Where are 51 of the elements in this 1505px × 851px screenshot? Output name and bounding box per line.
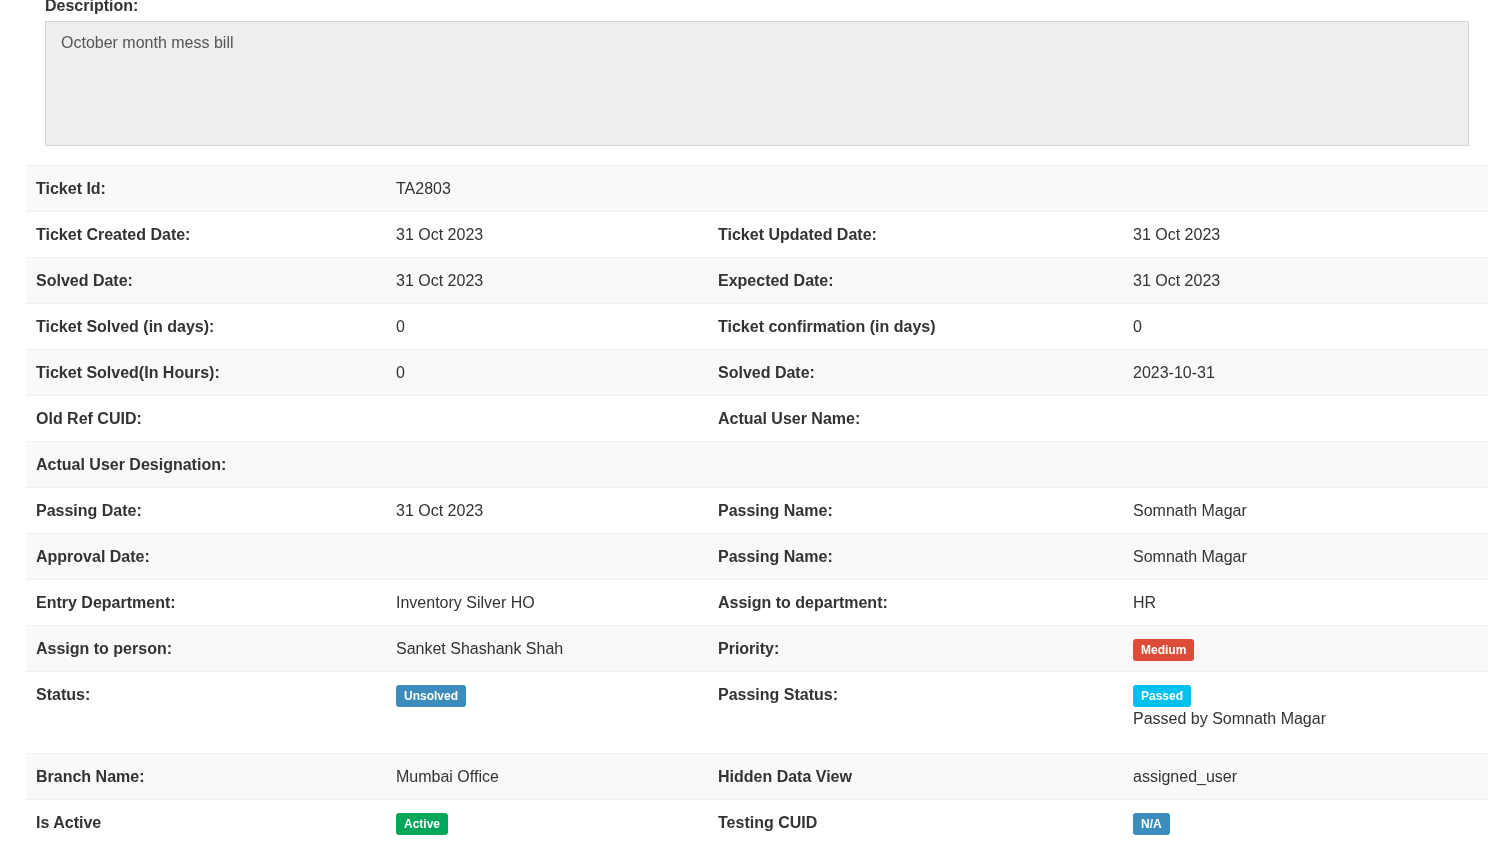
field-value: 2023-10-31 (1133, 363, 1215, 383)
field-label: Priority: (718, 640, 780, 657)
field-value: HR (1133, 593, 1157, 613)
field-value: 31 Oct 2023 (1133, 271, 1221, 291)
field-label: Ticket Id: (36, 180, 106, 197)
field-value: 31 Oct 2023 (396, 271, 484, 291)
field-label: Testing CUID (718, 814, 818, 831)
field-label: Status: (36, 686, 91, 703)
field-label: Expected Date: (718, 272, 834, 289)
field-value: 0 (1133, 317, 1142, 337)
field-value: 31 Oct 2023 (396, 501, 484, 521)
status-badge: Medium (1133, 639, 1195, 661)
field-label: Actual User Name: (718, 410, 861, 427)
field-label: Solved Date: (36, 272, 133, 289)
field-note: Passed by Somnath Magar (1133, 709, 1326, 729)
field-value: Mumbai Office (396, 767, 499, 787)
field-label: Solved Date: (718, 364, 815, 381)
field-value: assigned_user (1133, 767, 1238, 787)
status-badge: Active (396, 813, 449, 835)
field-label: Approval Date: (36, 548, 150, 565)
field-label: Passing Date: (36, 502, 142, 519)
field-label: Entry Department: (36, 594, 176, 611)
field-label: Ticket Created Date: (36, 226, 191, 243)
field-label: Ticket confirmation (in days) (718, 318, 936, 335)
field-value: Inventory Silver HO (396, 593, 535, 613)
field-label: Hidden Data View (718, 768, 852, 785)
field-label: Passing Status: (718, 686, 839, 703)
field-value: Sanket Shashank Shah (396, 639, 564, 659)
field-value: 0 (396, 317, 405, 337)
status-badge: Passed (1133, 685, 1192, 707)
field-label: Is Active (36, 814, 102, 831)
field-label: Ticket Solved(In Hours): (36, 364, 220, 381)
field-label: Ticket Solved (in days): (36, 318, 215, 335)
status-badge: Unsolved (396, 685, 466, 707)
description-field[interactable]: October month mess bill (45, 21, 1469, 146)
field-value: Somnath Magar (1133, 501, 1247, 521)
field-label: Old Ref CUID: (36, 410, 142, 427)
field-label: Assign to department: (718, 594, 888, 611)
field-value: 31 Oct 2023 (396, 225, 484, 245)
field-label: Assign to person: (36, 640, 172, 657)
field-label: Branch Name: (36, 768, 145, 785)
status-badge: N/A (1133, 813, 1170, 835)
field-label: Ticket Updated Date: (718, 226, 877, 243)
field-value: Somnath Magar (1133, 547, 1247, 567)
field-label: Passing Name: (718, 548, 833, 565)
field-value: 31 Oct 2023 (1133, 225, 1221, 245)
field-label: Passing Name: (718, 502, 833, 519)
field-value: 0 (396, 363, 405, 383)
field-value: TA2803 (396, 179, 451, 199)
description-label: Description: (45, 0, 140, 16)
field-label: Actual User Designation: (36, 456, 227, 473)
